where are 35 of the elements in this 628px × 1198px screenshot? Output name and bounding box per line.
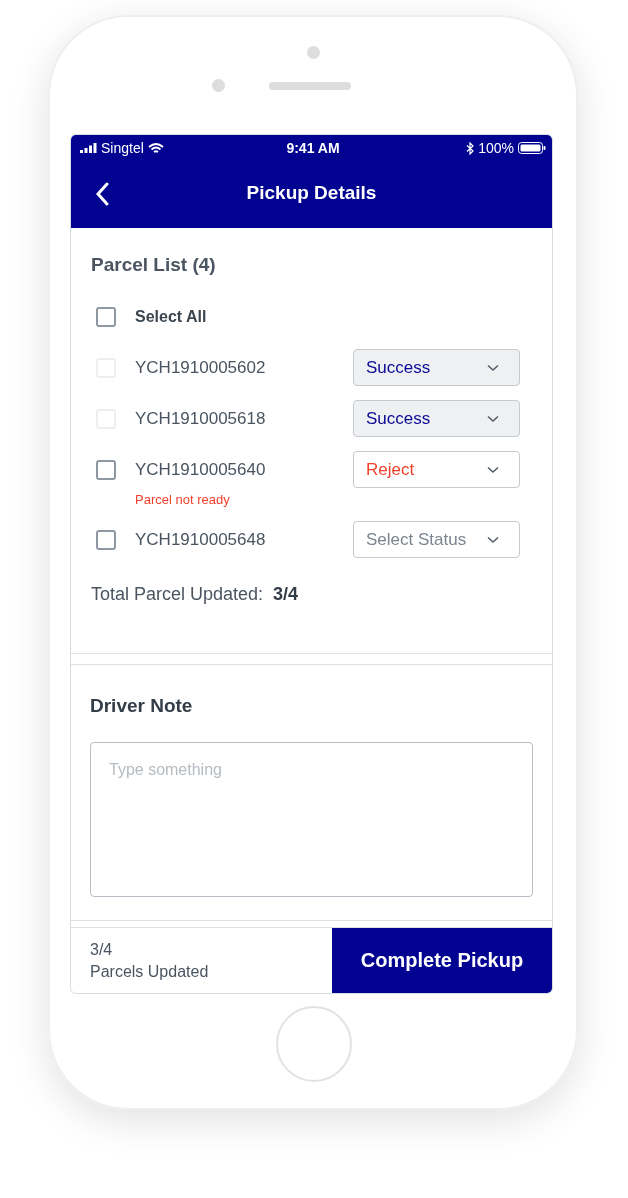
chevron-down-icon bbox=[487, 535, 499, 544]
chevron-down-icon bbox=[487, 414, 499, 423]
checkbox[interactable] bbox=[96, 306, 116, 327]
wifi-icon bbox=[147, 142, 164, 154]
checkbox[interactable] bbox=[96, 529, 116, 550]
carrier-name: Singtel bbox=[101, 140, 144, 156]
back-icon bbox=[95, 182, 109, 206]
camera-icon bbox=[306, 46, 320, 59]
screen-title: Pickup Details bbox=[246, 181, 377, 204]
status-dropdown[interactable]: Select Status bbox=[353, 521, 520, 558]
parcel-id: YCH1910005602 bbox=[135, 357, 267, 378]
chevron-down-icon bbox=[487, 465, 499, 474]
note-field[interactable]: Type something bbox=[90, 742, 533, 897]
battery-percent: 100% bbox=[478, 140, 514, 156]
error-message: Parcel not ready bbox=[135, 492, 231, 507]
status-dropdown[interactable]: Reject bbox=[353, 451, 520, 488]
complete-pickup-button[interactable]: Complete Pickup bbox=[332, 928, 552, 993]
sensor-icon bbox=[212, 79, 225, 92]
total-value: 3/4 bbox=[273, 584, 299, 605]
parcel-id: YCH1910005648 bbox=[135, 529, 267, 550]
parcel-id: YCH1910005640 bbox=[135, 459, 267, 480]
count-label: Parcels Updated bbox=[90, 962, 210, 981]
bluetooth-icon bbox=[466, 141, 475, 155]
total-label: Total Parcel Updated: bbox=[91, 584, 264, 605]
parcel-count: 3/4 bbox=[90, 940, 114, 959]
speaker-icon bbox=[269, 81, 351, 90]
battery-icon bbox=[518, 142, 546, 154]
chevron-down-icon bbox=[487, 363, 499, 372]
signal-icon bbox=[80, 143, 97, 153]
status-time: 9:41 AM bbox=[286, 140, 340, 156]
parcel-id: YCH1910005618 bbox=[135, 408, 267, 429]
select-all-label: Select All bbox=[135, 307, 207, 326]
section-title: Parcel List (4) bbox=[91, 254, 217, 276]
section-title: Driver Note bbox=[90, 695, 194, 717]
checkbox[interactable] bbox=[96, 459, 116, 480]
